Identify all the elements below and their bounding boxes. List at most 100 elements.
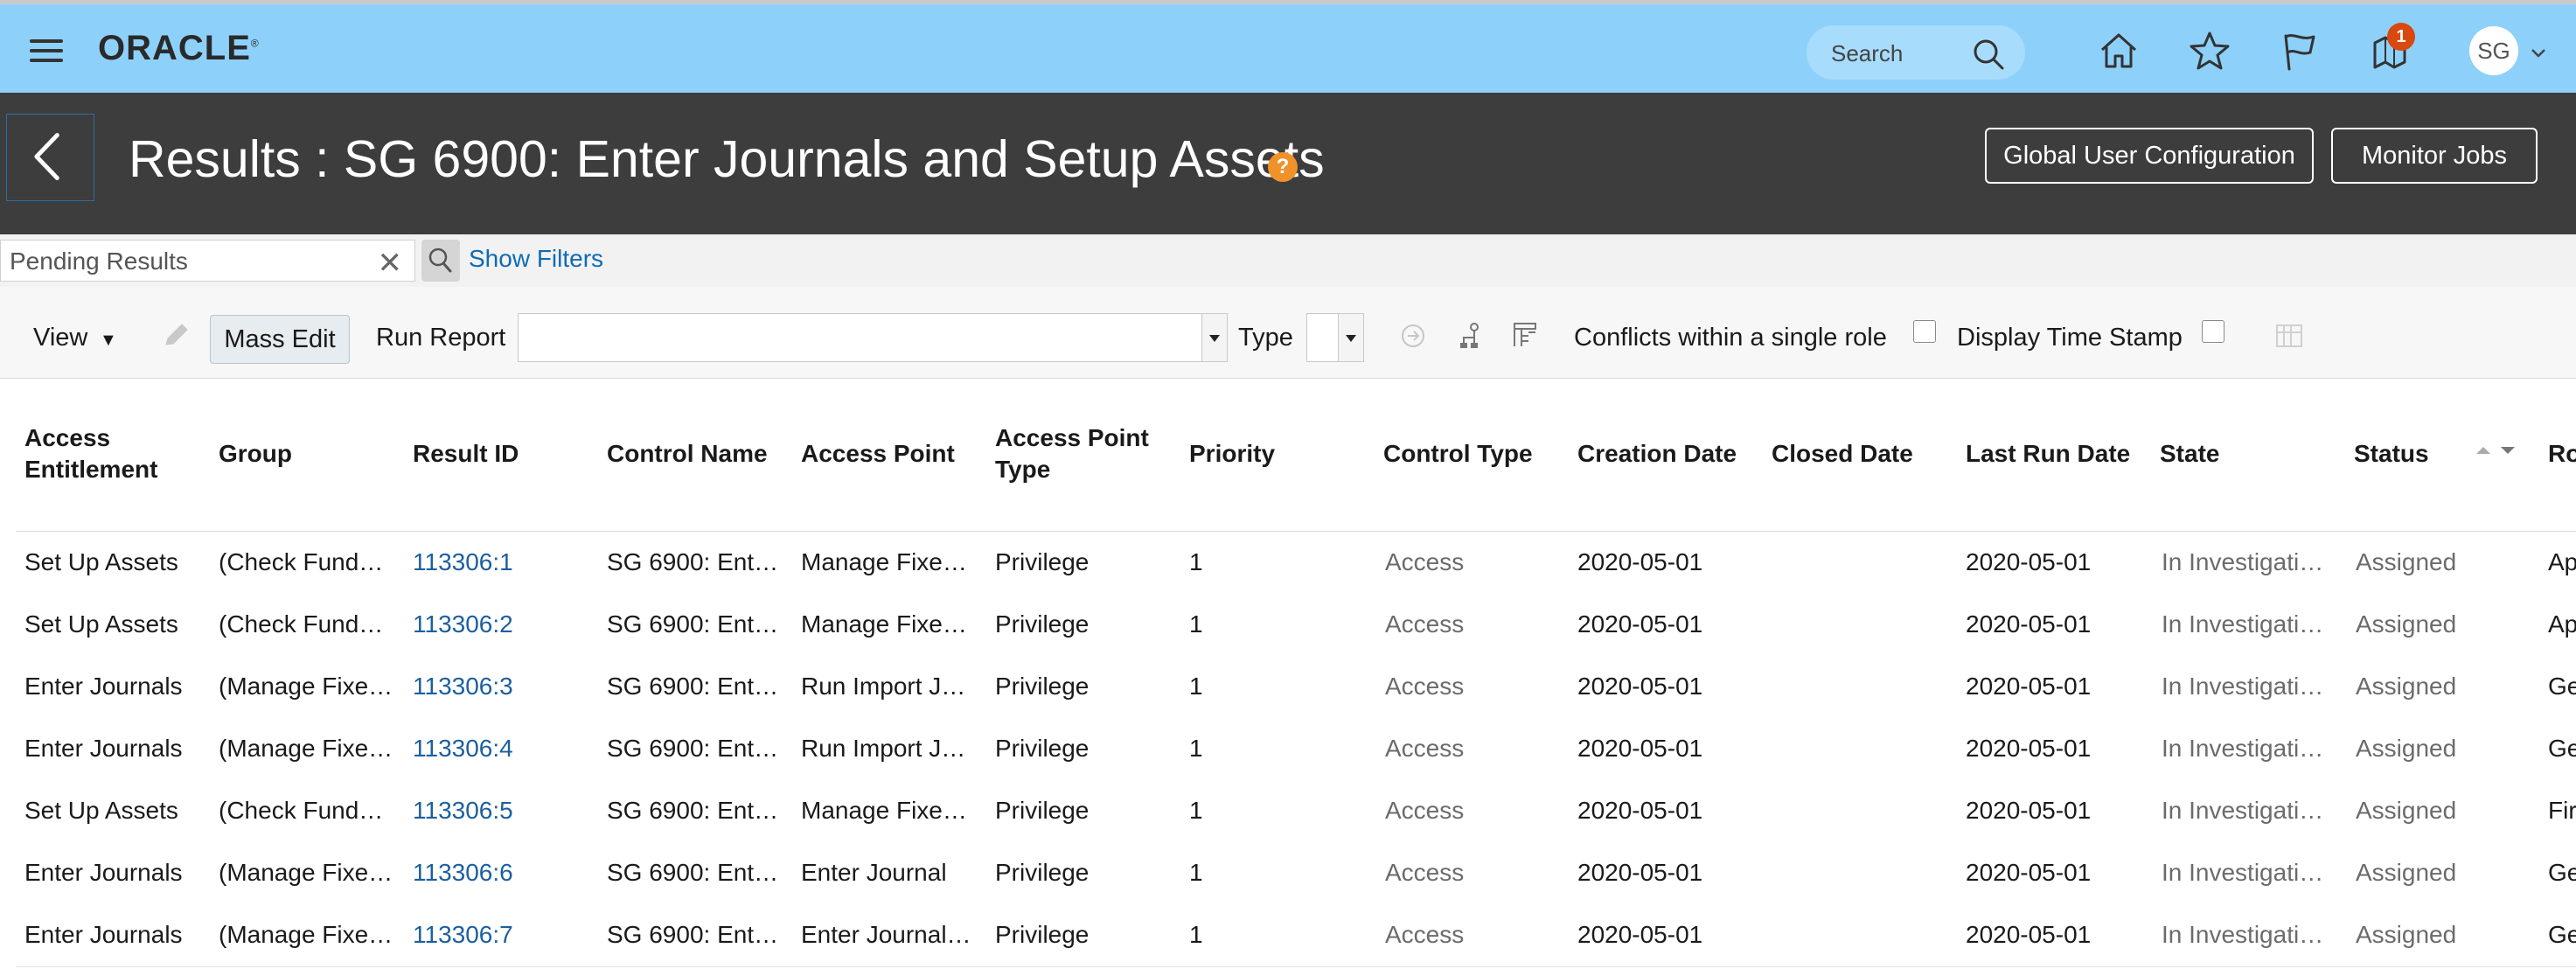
status-cell: Assigned bbox=[2356, 859, 2457, 886]
mass-edit-button[interactable]: Mass Edit bbox=[210, 315, 350, 364]
page-header: Results : SG 6900: Enter Journals and Se… bbox=[0, 93, 2576, 234]
column-header-closed-date[interactable]: Closed Date bbox=[1772, 438, 1913, 470]
user-avatar[interactable]: SG bbox=[2469, 26, 2518, 75]
search-filter-button[interactable] bbox=[421, 240, 460, 282]
access-point-cell: Manage Fixe… bbox=[801, 797, 967, 824]
access-point-type-cell: Privilege bbox=[995, 673, 1090, 700]
column-header-control-name[interactable]: Control Name bbox=[607, 438, 768, 470]
column-header-last-run-date[interactable]: Last Run Date bbox=[1966, 438, 2130, 470]
table-header: Access Entitlement Group Result ID Contr… bbox=[16, 379, 2576, 532]
global-user-configuration-button[interactable]: Global User Configuration bbox=[1985, 128, 2314, 184]
timestamp-label: Display Time Stamp bbox=[1957, 324, 2183, 352]
back-button[interactable] bbox=[6, 114, 94, 201]
table-row[interactable]: Set Up Assets (Check Fund… 113306:1 SG 6900… bbox=[16, 532, 2576, 595]
table-row[interactable]: Enter Journals (Manage Fixe… 113306:4 SG 69… bbox=[16, 718, 2576, 781]
column-header-access-entitlement[interactable]: Access Entitlement bbox=[24, 422, 199, 485]
control-name-cell: SG 6900: Ent… bbox=[607, 548, 779, 575]
control-name-cell: SG 6900: Ent… bbox=[607, 610, 779, 638]
edit-pencil-icon[interactable] bbox=[161, 320, 192, 352]
table-row[interactable]: Enter Journals (Manage Fixe… 113306:3 SG 69… bbox=[16, 656, 2576, 719]
access-entitlement-cell: Enter Journals bbox=[24, 921, 183, 948]
status-cell: Assigned bbox=[2356, 610, 2457, 638]
result-id-link[interactable]: 113306:6 bbox=[413, 858, 513, 888]
column-header-role[interactable]: Ro bbox=[2548, 438, 2576, 470]
monitor-jobs-button[interactable]: Monitor Jobs bbox=[2331, 128, 2538, 184]
group-cell: (Check Fund… bbox=[219, 610, 384, 638]
run-report-select[interactable] bbox=[518, 313, 1228, 362]
flag-icon[interactable] bbox=[2277, 29, 2321, 73]
column-header-access-point[interactable]: Access Point bbox=[801, 438, 955, 470]
column-header-creation-date[interactable]: Creation Date bbox=[1577, 438, 1737, 470]
saved-search-value: Pending Results bbox=[10, 247, 188, 275]
chevron-left-icon bbox=[34, 133, 59, 180]
home-icon[interactable] bbox=[2097, 29, 2141, 73]
access-point-type-cell: Privilege bbox=[995, 735, 1090, 762]
group-cell: (Manage Fixe… bbox=[219, 859, 393, 886]
result-id-link[interactable]: 113306:2 bbox=[413, 610, 513, 639]
conflicts-checkbox[interactable] bbox=[1913, 320, 1936, 343]
creation-date-cell: 2020-05-01 bbox=[1577, 921, 1703, 948]
freeze-columns-icon[interactable] bbox=[2273, 320, 2305, 352]
creation-date-cell: 2020-05-01 bbox=[1577, 548, 1703, 575]
access-point-type-cell: Privilege bbox=[995, 610, 1090, 638]
global-search bbox=[1807, 25, 2025, 80]
help-icon[interactable]: ? bbox=[1268, 152, 1298, 182]
control-type-cell: Access bbox=[1385, 735, 1465, 762]
access-entitlement-cell: Enter Journals bbox=[24, 735, 183, 762]
result-id-link[interactable]: 113306:1 bbox=[413, 547, 513, 577]
go-arrow-icon[interactable] bbox=[1397, 320, 1429, 352]
column-header-result-id[interactable]: Result ID bbox=[413, 438, 519, 470]
timestamp-checkbox[interactable] bbox=[2202, 320, 2224, 343]
control-name-cell: SG 6900: Ent… bbox=[607, 673, 779, 700]
state-cell: In Investigati… bbox=[2162, 548, 2324, 575]
clear-icon[interactable]: ✕ bbox=[378, 246, 403, 281]
view-menu[interactable]: View ▼ bbox=[33, 324, 117, 352]
search-icon[interactable] bbox=[1971, 37, 2006, 72]
column-header-status[interactable]: Status bbox=[2354, 438, 2429, 470]
control-type-cell: Access bbox=[1385, 921, 1465, 948]
table-row[interactable]: Enter Journals (Manage Fixe… 113306:7 SG 69… bbox=[16, 904, 2576, 967]
results-toolbar: View ▼ Mass Edit Run Report Type Conflic… bbox=[0, 287, 2576, 379]
access-entitlement-cell: Set Up Assets bbox=[24, 797, 178, 824]
saved-search-field[interactable]: Pending Results ✕ bbox=[0, 240, 415, 282]
column-header-control-type[interactable]: Control Type bbox=[1383, 438, 1533, 470]
dropdown-arrow-icon[interactable] bbox=[1201, 314, 1227, 361]
creation-date-cell: 2020-05-01 bbox=[1577, 735, 1703, 762]
priority-cell: 1 bbox=[1189, 859, 1203, 886]
sort-arrows-icon[interactable] bbox=[2471, 442, 2527, 459]
table-row[interactable]: Set Up Assets (Check Fund… 113306:2 SG 6900… bbox=[16, 594, 2576, 657]
grid-settings-icon[interactable] bbox=[1509, 320, 1541, 352]
menu-icon[interactable] bbox=[30, 39, 63, 62]
access-point-cell: Manage Fixe… bbox=[801, 548, 967, 575]
state-cell: In Investigati… bbox=[2162, 735, 2324, 762]
hierarchy-icon[interactable] bbox=[1455, 320, 1486, 352]
show-filters-link[interactable]: Show Filters bbox=[469, 245, 603, 273]
state-cell: In Investigati… bbox=[2162, 859, 2324, 886]
favorites-star-icon[interactable] bbox=[2188, 29, 2231, 73]
search-input[interactable] bbox=[1829, 38, 1964, 69]
role-cell: Ge bbox=[2548, 921, 2576, 948]
column-header-state[interactable]: State bbox=[2160, 438, 2219, 470]
result-id-link[interactable]: 113306:4 bbox=[413, 734, 513, 763]
state-cell: In Investigati… bbox=[2162, 610, 2324, 638]
column-header-priority[interactable]: Priority bbox=[1189, 438, 1275, 470]
dropdown-arrow-icon[interactable] bbox=[1338, 314, 1363, 361]
result-id-link[interactable]: 113306:7 bbox=[413, 920, 513, 950]
column-header-group[interactable]: Group bbox=[219, 438, 292, 470]
result-id-link[interactable]: 113306:5 bbox=[413, 796, 513, 826]
result-id-link[interactable]: 113306:3 bbox=[413, 672, 513, 701]
control-name-cell: SG 6900: Ent… bbox=[607, 797, 779, 824]
last-run-date-cell: 2020-05-01 bbox=[1966, 859, 2092, 886]
table-row[interactable]: Set Up Assets (Check Fund… 113306:5 SG 6900… bbox=[16, 780, 2576, 843]
control-type-cell: Access bbox=[1385, 797, 1465, 824]
state-cell: In Investigati… bbox=[2162, 673, 2324, 700]
group-cell: (Manage Fixe… bbox=[219, 673, 393, 700]
last-run-date-cell: 2020-05-01 bbox=[1966, 735, 2092, 762]
chevron-down-icon[interactable] bbox=[2529, 43, 2548, 62]
last-run-date-cell: 2020-05-01 bbox=[1966, 797, 2092, 824]
control-type-cell: Access bbox=[1385, 548, 1465, 575]
column-header-access-point-type[interactable]: Access Point Type bbox=[995, 422, 1161, 485]
priority-cell: 1 bbox=[1189, 673, 1203, 700]
table-row[interactable]: Enter Journals (Manage Fixe… 113306:6 SG 69… bbox=[16, 842, 2576, 905]
type-select[interactable] bbox=[1306, 313, 1364, 362]
